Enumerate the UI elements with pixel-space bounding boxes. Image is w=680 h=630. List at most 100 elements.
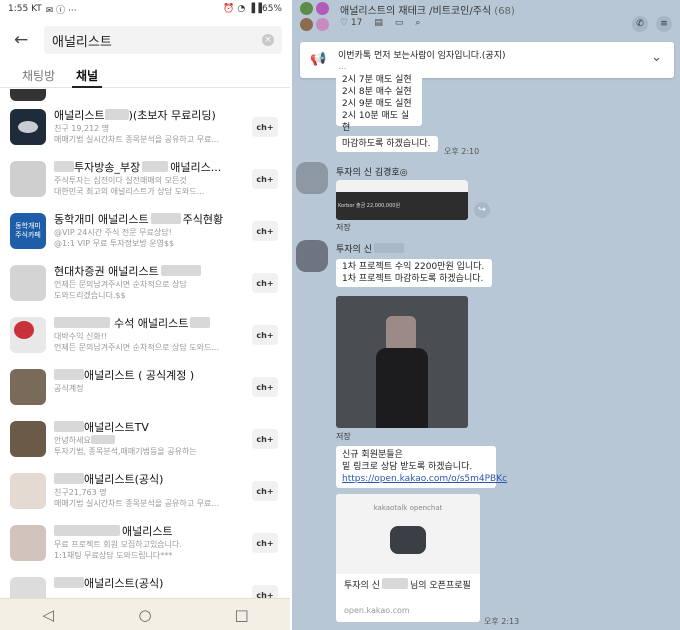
message-bubble[interactable]: 신규 회원분들은 밑 링크로 상담 받도록 하겠습니다. https://ope… — [336, 446, 507, 488]
add-channel-button[interactable]: ch+ — [252, 429, 278, 449]
channel-avatar — [10, 109, 46, 145]
menu-icon[interactable]: ≡ — [656, 16, 672, 32]
channel-description: 대박수익 신화!! — [54, 332, 108, 341]
channel-name: 애널리스트 ( 공식계정 ) — [54, 367, 246, 383]
add-channel-button[interactable]: ch+ — [252, 481, 278, 501]
call-icon[interactable]: ✆ — [632, 16, 648, 32]
channel-description: 매매기법 실시간차트 종목분석을 공유하고 무료... — [54, 135, 219, 144]
list-item[interactable]: 투자방송_부장 애널리스... 주식투자는 심전이다 실전매매의 모든것 대한민국… — [0, 153, 290, 205]
message-line: 1차 프로젝트 마감하도록 하겠습니다. — [342, 274, 484, 284]
album-icon[interactable]: ▭ — [395, 18, 404, 28]
list-item[interactable]: 동학개미 주식카페 동학개미 애널리스트 주식현황 @VIP 24시간 주식 전문 … — [0, 205, 290, 257]
add-channel-button[interactable]: ch+ — [252, 377, 278, 397]
tab-channels[interactable]: 채널 — [76, 67, 98, 84]
message-bubble[interactable]: 2시 7분 매도 실현 2시 8분 매수 실현 2시 9분 매도 실현 2시 1… — [336, 70, 422, 133]
message-line: 1차 프로젝트 수익 2200만원 입니다. — [342, 262, 485, 272]
openchat-icon — [390, 526, 426, 554]
channel-description: @VIP 24시간 주식 전문 무료상담! — [54, 228, 172, 237]
chat-header: 애널리스트의 재테크 /비트코인/주식 (68) ♡ 17 ▤ ▭ ⌕ ✆ ≡ — [292, 0, 680, 36]
channel-avatar: 동학개미 주식카페 — [10, 213, 46, 249]
search-tabs: 채팅방 채널 — [0, 64, 290, 88]
message-text: 마감하도록 하겠습니다. — [342, 139, 431, 149]
notice-board-icon[interactable]: ▤ — [374, 18, 383, 28]
channel-plus-icon: ch+ — [256, 382, 274, 392]
channel-plus-icon: ch+ — [256, 434, 274, 444]
channel-name: 현대차증권 애널리스트 — [54, 263, 246, 279]
share-icon[interactable]: ↪ — [474, 202, 490, 218]
image-attachment[interactable]: Korbor 출금 22,000,000원 — [336, 180, 468, 220]
openchat-link[interactable]: https://open.kakao.com/o/s5m4PBKc — [342, 473, 507, 485]
message-time: 오후 2:10 — [444, 147, 480, 156]
link-preview-card[interactable]: kakaotalk openchat 투자의 신 님의 오픈프로필 open.ka… — [336, 494, 480, 622]
sender-name: 투자의 신 — [336, 242, 404, 255]
room-avatar — [316, 2, 329, 15]
add-channel-button[interactable]: ch+ — [252, 325, 278, 345]
search-query[interactable]: 애널리스트 — [52, 31, 262, 50]
android-nav-bar: ◁ ○ □ — [0, 598, 290, 630]
message-time: 오후 2:13 — [484, 617, 520, 626]
channel-avatar — [10, 473, 46, 509]
channel-description: 대한민국 최고의 애널리스트가 상담 도와드... — [54, 187, 205, 196]
save-label[interactable]: 저장 — [336, 222, 351, 233]
channel-friend-count: 친구 19,212 명 — [54, 124, 110, 133]
search-row: ← 애널리스트 × — [8, 26, 282, 54]
chat-room-panel: 애널리스트의 재테크 /비트코인/주식 (68) ♡ 17 ▤ ▭ ⌕ ✆ ≡ … — [292, 0, 680, 630]
likes-count[interactable]: ♡ 17 — [340, 18, 362, 28]
add-channel-button[interactable]: ch+ — [252, 273, 278, 293]
channel-description: 무료 프로젝트 회원 모집하고있습니다. — [54, 540, 182, 549]
channel-avatar — [10, 421, 46, 457]
list-item[interactable]: 애널리스트 무료 프로젝트 회원 모집하고있습니다. 1:1채팅 무료상담 도와… — [0, 517, 290, 569]
channel-description: 언제든 문의남겨주시면 순차적으로 상담 도와드... — [54, 343, 219, 352]
add-channel-button[interactable]: ch+ — [252, 117, 278, 137]
room-avatar — [300, 2, 313, 15]
preview-brand: kakaotalk openchat — [373, 504, 443, 512]
channel-name: 수석 애널리스트 — [54, 315, 246, 331]
list-item[interactable]: 애널리스트TV 안녕하세요 투자기법, 종목분석,매매기법등을 공유하는 ch+ — [0, 413, 290, 465]
clear-icon[interactable]: × — [262, 34, 274, 46]
search-input[interactable]: 애널리스트 × — [44, 26, 282, 54]
channel-list: 애널리스트)(초보자 무료리딩) 친구 19,212 명 매매기법 실시간차트 … — [0, 89, 290, 621]
channel-plus-icon: ch+ — [256, 486, 274, 496]
message-bubble[interactable]: 마감하도록 하겠습니다. — [336, 136, 438, 152]
message-line: 신규 회원분들은 — [342, 450, 403, 460]
message-bubble[interactable]: 1차 프로젝트 수익 2200만원 입니다. 1차 프로젝트 마감하도록 하겠습… — [336, 259, 492, 287]
add-channel-button[interactable]: ch+ — [252, 169, 278, 189]
message-line: 2시 8분 매수 실현 — [342, 87, 412, 97]
channel-plus-icon: ch+ — [256, 174, 274, 184]
nav-back-icon[interactable]: ◁ — [36, 606, 60, 624]
avatar[interactable] — [296, 240, 328, 272]
message-line: 밑 링크로 상담 받도록 하겠습니다. — [342, 462, 473, 472]
header-actions: ✆ ≡ — [632, 16, 672, 32]
room-title: 애널리스트의 재테크 /비트코인/주식 (68) — [340, 6, 515, 17]
channel-description: @1:1 VIP 무료 투자정보방 운영$$ — [54, 239, 175, 248]
search-icon[interactable]: ⌕ — [415, 18, 420, 28]
back-arrow-icon[interactable]: ← — [14, 30, 34, 50]
channel-description: 1:1채팅 무료상담 도와드립니다*** — [54, 551, 173, 560]
list-item[interactable]: 현대차증권 애널리스트 언제든 문의남겨주시면 순차적으로 상담 도와드리겠습니… — [0, 257, 290, 309]
nav-recents-icon[interactable]: □ — [230, 606, 254, 624]
channel-avatar — [10, 525, 46, 561]
nav-home-icon[interactable]: ○ — [133, 606, 157, 624]
channel-description: 투자기법, 종목분석,매매기법등을 공유하는 — [54, 447, 197, 456]
list-item[interactable]: 수석 애널리스트 대박수익 신화!! 언제든 문의남겨주시면 순차적으로 상담 … — [0, 309, 290, 361]
list-item[interactable]: 애널리스트 ( 공식계정 ) 공식계정 ch+ — [0, 361, 290, 413]
add-channel-button[interactable]: ch+ — [252, 533, 278, 553]
channel-name: 애널리스트(공식) — [54, 575, 246, 591]
list-item[interactable] — [0, 89, 290, 101]
list-item[interactable]: 애널리스트)(초보자 무료리딩) 친구 19,212 명 매매기법 실시간차트 … — [0, 101, 290, 153]
photo-attachment[interactable] — [336, 296, 468, 428]
channel-description: 공식계정 — [54, 384, 84, 393]
add-channel-button[interactable]: ch+ — [252, 221, 278, 241]
sender-name: 투자의 신 김경호◎ — [336, 168, 408, 178]
list-item[interactable]: 애널리스트(공식) 친구21,763 명 매매기법 실시간차트 종목분석을 공유… — [0, 465, 290, 517]
active-tab-indicator — [72, 86, 102, 88]
channel-description: 주식투자는 심전이다 실전매매의 모든것 — [54, 176, 187, 185]
channel-avatar — [10, 89, 46, 101]
chevron-down-icon[interactable]: ⌄ — [651, 50, 662, 65]
channel-plus-icon: ch+ — [256, 226, 274, 236]
save-label[interactable]: 저장 — [336, 431, 351, 442]
tab-chatrooms[interactable]: 채팅방 — [22, 67, 55, 84]
avatar[interactable] — [296, 162, 328, 194]
channel-description: 도와드리겠습니다.$$ — [54, 291, 126, 300]
channel-avatar — [10, 265, 46, 301]
